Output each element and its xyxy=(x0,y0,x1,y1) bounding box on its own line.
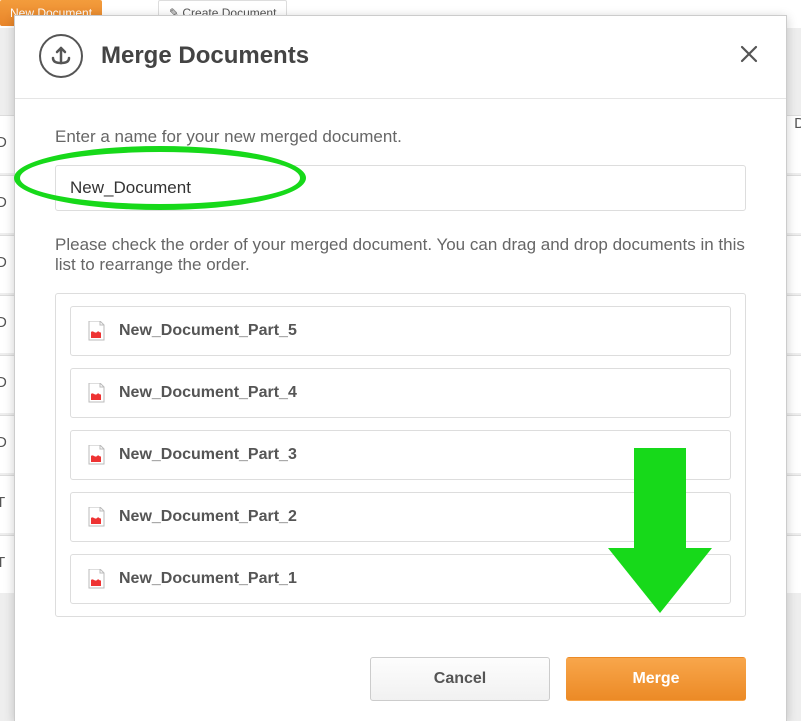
close-button[interactable] xyxy=(736,38,762,74)
list-item[interactable]: New_Document_Part_1 xyxy=(70,554,731,604)
list-item-label: New_Document_Part_4 xyxy=(119,384,297,402)
modal-backdrop: Merge Documents Enter a name for your ne… xyxy=(0,0,801,721)
pdf-file-icon xyxy=(87,507,105,527)
list-item[interactable]: New_Document_Part_4 xyxy=(70,368,731,418)
list-item[interactable]: New_Document_Part_5 xyxy=(70,306,731,356)
list-item-label: New_Document_Part_2 xyxy=(119,508,297,526)
close-icon xyxy=(740,45,758,63)
list-item-label: New_Document_Part_1 xyxy=(119,570,297,588)
document-order-list: New_Document_Part_5 New_Document_Part_4 … xyxy=(55,293,746,617)
list-item-label: New_Document_Part_5 xyxy=(119,322,297,340)
pdf-file-icon xyxy=(87,321,105,341)
name-label: Enter a name for your new merged documen… xyxy=(55,127,746,147)
merge-icon xyxy=(39,34,83,78)
modal-footer: Cancel Merge xyxy=(15,627,786,711)
document-name-input[interactable] xyxy=(55,165,746,211)
pdf-file-icon xyxy=(87,445,105,465)
order-label: Please check the order of your merged do… xyxy=(55,235,746,275)
list-item-label: New_Document_Part_3 xyxy=(119,446,297,464)
pdf-file-icon xyxy=(87,383,105,403)
merge-documents-modal: Merge Documents Enter a name for your ne… xyxy=(14,15,787,721)
modal-body: Enter a name for your new merged documen… xyxy=(15,99,786,627)
list-item[interactable]: New_Document_Part_3 xyxy=(70,430,731,480)
cancel-button[interactable]: Cancel xyxy=(370,657,550,701)
modal-title: Merge Documents xyxy=(101,42,736,70)
list-item[interactable]: New_Document_Part_2 xyxy=(70,492,731,542)
pdf-file-icon xyxy=(87,569,105,589)
merge-button[interactable]: Merge xyxy=(566,657,746,701)
modal-header: Merge Documents xyxy=(15,16,786,99)
